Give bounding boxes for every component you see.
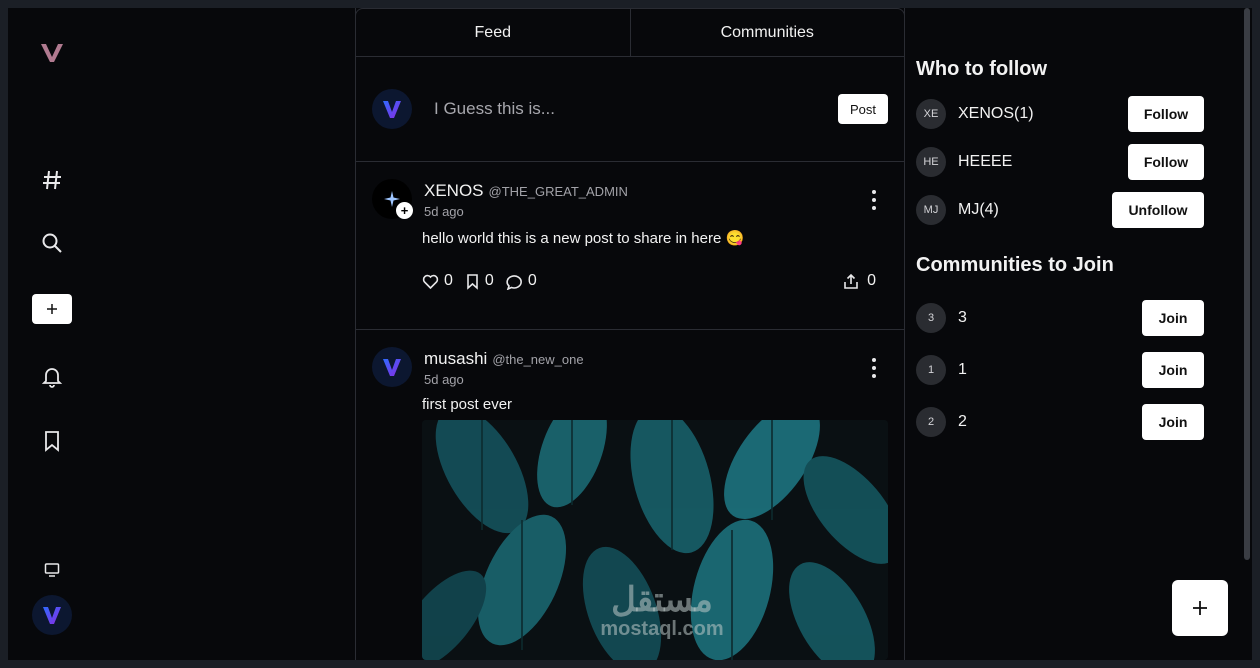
suggested-user-name[interactable]: MJ(4) [958, 201, 1112, 219]
comment-button[interactable]: 0 [506, 272, 537, 290]
avatar[interactable]: XE [916, 99, 946, 129]
post-avatar[interactable] [372, 347, 412, 387]
bell-icon[interactable] [32, 357, 72, 397]
community-name[interactable]: 3 [958, 309, 1142, 327]
follow-suggestion-row: MJ MJ(4) Unfollow [916, 192, 1204, 228]
post-input[interactable] [434, 95, 814, 123]
post-image[interactable]: مستقل mostaql.com [422, 420, 888, 660]
community-avatar[interactable]: 1 [916, 355, 946, 385]
feed-tabs: Feed Communities [355, 8, 905, 57]
feed-column: Feed Communities Post + XENOS [355, 8, 905, 660]
app-window: Feed Communities Post + XENOS [8, 8, 1252, 660]
communities-title: Communities to Join [916, 254, 1114, 276]
profile-avatar[interactable] [32, 595, 72, 635]
plus-icon [47, 304, 57, 314]
post-author-name[interactable]: musashi [424, 349, 487, 369]
community-avatar[interactable]: 2 [916, 407, 946, 437]
suggested-user-name[interactable]: HEEEE [958, 153, 1128, 171]
post-item: musashi @the_new_one 5d ago first post e… [356, 330, 904, 660]
join-button[interactable]: Join [1142, 300, 1204, 336]
post-button[interactable]: Post [838, 94, 888, 124]
plus-icon [1193, 601, 1207, 615]
post-item: + XENOS @THE_GREAT_ADMIN 5d ago hello wo… [356, 162, 904, 330]
like-count: 0 [444, 272, 453, 289]
post-timestamp: 5d ago [424, 204, 464, 219]
avatar[interactable]: HE [916, 147, 946, 177]
composer-avatar [372, 89, 412, 129]
community-row: 3 3 Join [916, 300, 1204, 336]
more-options-icon[interactable] [870, 190, 878, 210]
monitor-icon[interactable] [32, 550, 72, 590]
watermark-arabic: مستقل [611, 581, 713, 619]
post-author-name[interactable]: XENOS [424, 181, 484, 201]
follow-button[interactable]: Follow [1128, 144, 1204, 180]
sidebar [8, 8, 96, 660]
tab-feed[interactable]: Feed [356, 9, 630, 56]
share-button[interactable]: 0 [843, 272, 876, 290]
post-author-handle[interactable]: @THE_GREAT_ADMIN [489, 184, 628, 199]
watermark: مستقل mostaql.com [542, 580, 782, 641]
tab-communities[interactable]: Communities [629, 9, 905, 56]
unfollow-button[interactable]: Unfollow [1112, 192, 1204, 228]
v-logo-icon[interactable] [38, 38, 66, 66]
follow-button[interactable]: Follow [1128, 96, 1204, 132]
post-text: hello world this is a new post to share … [422, 230, 745, 247]
comment-icon [506, 274, 522, 290]
post-timestamp: 5d ago [424, 372, 464, 387]
like-button[interactable]: 0 [422, 272, 453, 290]
search-icon[interactable] [32, 223, 72, 263]
share-count: 0 [867, 272, 876, 289]
hashtag-icon[interactable] [32, 160, 72, 200]
join-button[interactable]: Join [1142, 352, 1204, 388]
avatar[interactable]: MJ [916, 195, 946, 225]
bookmark-icon [467, 273, 478, 290]
bookmark-icon[interactable] [32, 421, 72, 461]
more-options-icon[interactable] [870, 358, 878, 378]
who-to-follow-title: Who to follow [916, 58, 1048, 80]
community-name[interactable]: 2 [958, 413, 1142, 431]
post-actions: 0 0 0 [422, 272, 537, 290]
post-composer: Post [356, 57, 904, 162]
post-text: first post ever [422, 396, 513, 413]
scrollbar[interactable] [1244, 8, 1250, 560]
comment-count: 0 [527, 272, 537, 289]
community-name[interactable]: 1 [958, 361, 1142, 379]
right-panel: Who to follow XE XENOS(1) Follow HE HEEE… [916, 8, 1246, 660]
follow-plus-icon[interactable]: + [396, 202, 413, 219]
community-avatar[interactable]: 3 [916, 303, 946, 333]
create-button[interactable] [32, 294, 72, 324]
heart-icon [422, 274, 439, 289]
community-row: 1 1 Join [916, 352, 1204, 388]
follow-suggestion-row: XE XENOS(1) Follow [916, 96, 1204, 132]
bookmark-count: 0 [484, 272, 494, 289]
suggested-user-name[interactable]: XENOS(1) [958, 105, 1128, 123]
join-button[interactable]: Join [1142, 404, 1204, 440]
watermark-url: mostaql.com [600, 618, 724, 640]
post-author-handle[interactable]: @the_new_one [492, 352, 583, 367]
floating-add-button[interactable] [1172, 580, 1228, 636]
community-row: 2 2 Join [916, 404, 1204, 440]
share-icon [844, 273, 858, 289]
bookmark-button[interactable]: 0 [465, 272, 494, 290]
follow-suggestion-row: HE HEEEE Follow [916, 144, 1204, 180]
